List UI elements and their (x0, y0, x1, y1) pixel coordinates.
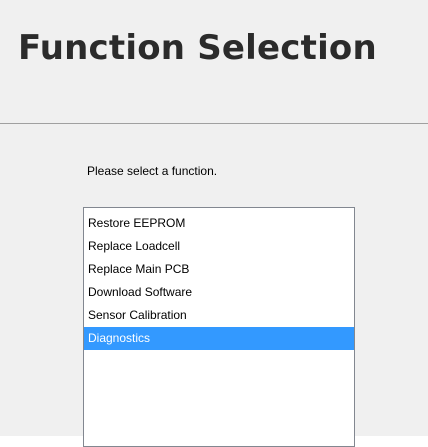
list-item-replace-main-pcb[interactable]: Replace Main PCB (84, 258, 354, 281)
function-listbox[interactable]: Restore EEPROM Replace Loadcell Replace … (83, 207, 355, 447)
list-item-sensor-calibration[interactable]: Sensor Calibration (84, 304, 354, 327)
header-panel: Function Selection (0, 0, 428, 124)
content-panel: Please select a function. Restore EEPROM… (0, 124, 428, 447)
list-item-restore-eeprom[interactable]: Restore EEPROM (84, 212, 354, 235)
list-item-download-software[interactable]: Download Software (84, 281, 354, 304)
instruction-label: Please select a function. (87, 164, 218, 178)
list-item-diagnostics[interactable]: Diagnostics (84, 327, 354, 350)
list-item-replace-loadcell[interactable]: Replace Loadcell (84, 235, 354, 258)
page-title: Function Selection (18, 28, 377, 68)
